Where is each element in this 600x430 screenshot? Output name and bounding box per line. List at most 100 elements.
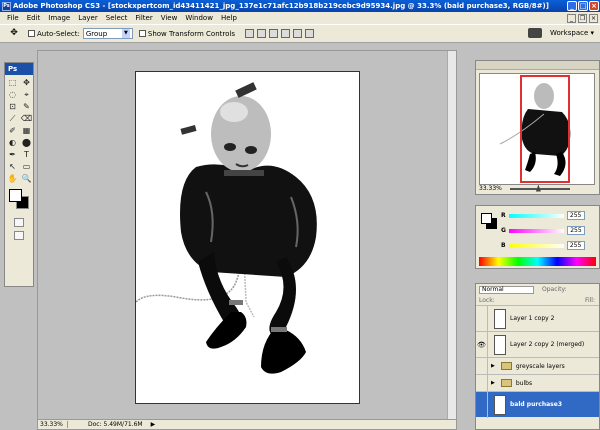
quick-mask-icon[interactable] xyxy=(14,218,24,227)
align-left-icon[interactable] xyxy=(280,29,290,38)
workspace-button[interactable]: Workspace ▾ xyxy=(550,29,594,37)
shape-tool-icon[interactable]: ▭ xyxy=(20,161,33,172)
crop-tool-icon[interactable]: ⊡ xyxy=(6,101,19,112)
align-middle-icon[interactable] xyxy=(256,29,266,38)
red-value-input[interactable]: 255 xyxy=(566,211,585,220)
marquee-tool-icon[interactable]: ⬚ xyxy=(6,77,19,88)
auto-select-checkbox[interactable] xyxy=(28,30,35,37)
menu-edit[interactable]: Edit xyxy=(23,14,45,22)
menu-image[interactable]: Image xyxy=(44,14,74,22)
screen-mode-buttons xyxy=(5,229,33,242)
eye-icon[interactable]: 👁 xyxy=(476,331,488,358)
visibility-toggle[interactable] xyxy=(476,374,488,392)
menu-file[interactable]: File xyxy=(3,14,23,22)
menu-layer[interactable]: Layer xyxy=(74,14,102,22)
show-transform-label: Show Transform Controls xyxy=(147,29,235,38)
layer-thumbnail xyxy=(494,394,506,415)
blue-value-input[interactable]: 255 xyxy=(566,241,585,250)
move-tool-icon[interactable]: ✥ xyxy=(20,77,33,88)
auto-select-label: Auto-Select: xyxy=(37,29,80,38)
green-slider[interactable] xyxy=(508,228,564,233)
doc-size-info: Doc: 5.49M/71.6M xyxy=(88,421,143,428)
navigator-tab[interactable] xyxy=(476,61,599,70)
doc-restore-button[interactable]: ❐ xyxy=(578,13,587,23)
blur-tool-icon[interactable]: ⬤ xyxy=(20,137,33,148)
healing-tool-icon[interactable]: ⟋ xyxy=(6,113,19,124)
eraser-tool-icon[interactable]: ⌫ xyxy=(20,113,33,124)
menu-filter[interactable]: Filter xyxy=(131,14,156,22)
hand-tool-icon[interactable]: ✋ xyxy=(6,173,19,184)
expand-triangle-icon[interactable]: ▶ xyxy=(491,380,495,386)
foreground-color-swatch[interactable] xyxy=(9,189,22,202)
type-tool-icon[interactable]: T xyxy=(20,149,33,160)
layer-thumbnail xyxy=(494,334,506,355)
red-slider-row: R 255 xyxy=(501,211,585,220)
green-value-input[interactable]: 255 xyxy=(566,226,585,235)
menu-view[interactable]: View xyxy=(157,14,182,22)
color-fg-swatch[interactable] xyxy=(481,213,492,224)
color-swatches xyxy=(7,188,31,214)
blue-slider[interactable] xyxy=(508,243,564,248)
navigator-preview[interactable] xyxy=(479,73,595,185)
zoom-tool-icon[interactable]: 🔍 xyxy=(20,173,33,184)
document-canvas[interactable] xyxy=(135,71,360,404)
green-slider-row: G 255 xyxy=(501,226,585,235)
layers-options-row: Normal Opacity: xyxy=(476,284,599,295)
bridge-icon[interactable] xyxy=(528,28,542,38)
navigator-zoom-field[interactable]: 33.33% xyxy=(479,185,502,192)
screen-mode-icon[interactable] xyxy=(14,231,24,240)
layers-palette: Normal Opacity: Lock: Fill: Layer 1 copy… xyxy=(475,283,600,430)
doc-close-button[interactable]: × xyxy=(589,13,598,23)
lasso-tool-icon[interactable]: ◌ xyxy=(6,89,19,100)
layer-row[interactable]: 👁 Layer 2 copy 2 (merged) xyxy=(476,331,599,358)
align-bottom-icon[interactable] xyxy=(268,29,278,38)
visibility-toggle[interactable] xyxy=(476,305,488,332)
minimize-button[interactable]: _ xyxy=(567,1,577,11)
align-top-icon[interactable] xyxy=(244,29,254,38)
workspace-area: Workspace ▾ xyxy=(528,28,594,38)
color-spectrum-bar[interactable] xyxy=(479,257,596,266)
pen-tool-icon[interactable]: ✒ xyxy=(6,149,19,160)
visibility-toggle[interactable] xyxy=(476,357,488,375)
mode-buttons xyxy=(5,216,33,229)
red-slider[interactable] xyxy=(508,213,564,218)
menu-bar: File Edit Image Layer Select Filter View… xyxy=(0,12,600,24)
navigator-view-box[interactable] xyxy=(520,75,570,183)
opacity-label: Opacity: xyxy=(542,286,567,293)
gradient-tool-icon[interactable]: ▦ xyxy=(20,125,33,136)
brush-tool-icon[interactable]: ✎ xyxy=(20,101,33,112)
close-button[interactable]: × xyxy=(589,1,599,11)
auto-select-dropdown[interactable]: Group ▼ xyxy=(82,28,133,39)
show-transform-checkbox[interactable] xyxy=(138,30,146,37)
status-menu-arrow-icon[interactable]: ▶ xyxy=(151,421,156,428)
folder-icon xyxy=(500,379,512,387)
menu-help[interactable]: Help xyxy=(217,14,241,22)
layer-row-selected[interactable]: bald purchase3 xyxy=(476,391,599,418)
layer-name: bulbs xyxy=(515,379,533,387)
blend-mode-dropdown[interactable]: Normal xyxy=(479,285,534,294)
navigator-zoom-slider[interactable] xyxy=(509,184,570,192)
zoom-level-field[interactable]: 33.33% xyxy=(38,421,68,428)
path-selection-tool-icon[interactable]: ↖ xyxy=(6,161,19,172)
photoshop-app-icon[interactable]: Ps xyxy=(2,1,11,11)
menu-select[interactable]: Select xyxy=(102,14,132,22)
align-right-icon[interactable] xyxy=(304,29,314,38)
magic-wand-tool-icon[interactable]: ⌖ xyxy=(20,89,33,100)
doc-minimize-button[interactable]: _ xyxy=(567,13,576,23)
toolbox: Ps ⬚ ✥ ◌ ⌖ ⊡ ✎ ⟋ ⌫ ✐ ▦ ◐ ⬤ ✒ T ↖ ▭ ✋ 🔍 xyxy=(4,62,34,287)
move-tool-preset-icon[interactable]: ✥ xyxy=(6,27,22,40)
auto-select-value: Group xyxy=(85,29,108,38)
dodge-tool-icon[interactable]: ◐ xyxy=(6,137,19,148)
vertical-scrollbar[interactable] xyxy=(447,51,456,420)
align-center-icon[interactable] xyxy=(292,29,302,38)
expand-triangle-icon[interactable]: ▶ xyxy=(491,363,495,369)
layer-group-row[interactable]: ▶ bulbs xyxy=(476,374,599,392)
clone-stamp-tool-icon[interactable]: ✐ xyxy=(6,125,19,136)
menu-window[interactable]: Window xyxy=(181,14,217,22)
layer-group-row[interactable]: ▶ greyscale layers xyxy=(476,357,599,375)
layer-row[interactable]: Layer 1 copy 2 xyxy=(476,305,599,332)
maximize-button[interactable]: □ xyxy=(578,1,588,11)
visibility-toggle[interactable] xyxy=(476,391,488,418)
layer-thumbnail xyxy=(494,308,506,329)
slider-knob[interactable] xyxy=(535,184,541,192)
